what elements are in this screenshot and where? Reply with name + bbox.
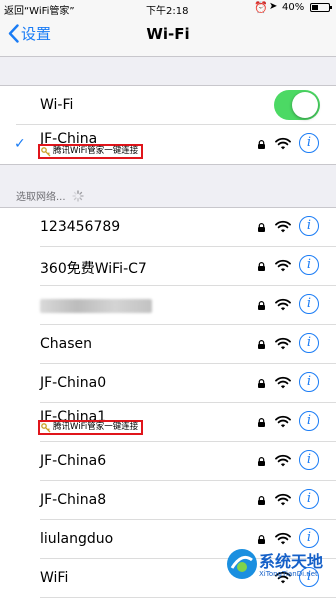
network-row[interactable]: JF-China0 i [0,364,336,403]
wifi-signal-icon [275,337,291,350]
wifi-signal-icon [275,493,291,506]
info-button[interactable]: i [299,255,319,275]
wifi-toggle-label: Wi-Fi [40,97,74,113]
wifi-signal-icon [275,415,291,428]
choose-network-label: 选取网络... [16,192,66,203]
network-name: Chasen [40,336,93,352]
wifi-signal-icon [275,220,291,233]
network-name: JF-China0 [40,375,107,391]
loading-spinner-icon [71,189,84,202]
back-to-app-link[interactable]: 返回“WiFi管家” [4,2,75,17]
tip-text: 腾讯WiFi管家一键连接 [53,422,139,432]
section-header: 选取网络... [16,188,84,203]
wifi-manager-tip[interactable]: 腾讯WiFi管家一键连接 [38,420,144,435]
page-title: Wi-Fi [146,25,190,43]
info-button[interactable]: i [299,333,319,353]
battery-percent: 40% [282,2,305,13]
info-button[interactable]: i [299,450,319,470]
navigation-bar: 设置 Wi-Fi [0,16,336,57]
info-button[interactable]: i [299,294,319,314]
network-row[interactable]: i [0,286,336,325]
network-row[interactable]: 123456789 i [0,208,336,247]
watermark-logo-icon [227,549,257,579]
info-button[interactable]: i [299,372,319,392]
alarm-icon: ⏰ [254,1,268,14]
network-row[interactable]: JF-China6 i [0,442,336,481]
network-row[interactable]: 360免费WiFi-C7 i [0,247,336,286]
battery-icon [310,3,332,12]
network-name: JF-China6 [40,453,107,469]
network-name: JF-China8 [40,492,107,508]
lock-icon [258,140,265,149]
checkmark-icon: ✓ [14,136,26,152]
key-icon [41,146,51,156]
available-networks-list: 123456789 i 360免费WiFi-C7 i i Chasen i JF-China0… [0,207,336,598]
lock-icon [258,262,265,271]
location-icon: ➤ [269,1,278,12]
wifi-toggle-row: Wi-Fi [0,86,336,125]
info-button[interactable]: i [299,216,319,236]
network-row[interactable]: Chasen i [0,325,336,364]
lock-icon [258,496,265,505]
watermark-title: 系统天地 [259,552,324,571]
lock-icon [258,379,265,388]
wifi-signal-icon [275,137,291,150]
status-time: 下午2:18 [146,6,189,17]
wifi-signal-icon [275,259,291,272]
lock-icon [258,418,265,427]
toggle-knob [292,92,318,118]
network-name: WiFi [40,570,69,586]
wifi-signal-icon [275,298,291,311]
lock-icon [258,340,265,349]
network-name: 123456789 [40,219,121,235]
watermark-subtitle: XiTongTianDi.net [259,570,318,578]
lock-icon [258,457,265,466]
wifi-signal-icon [275,532,291,545]
wifi-signal-icon [275,454,291,467]
wifi-manager-tip[interactable]: 腾讯WiFi管家一键连接 [38,144,144,159]
status-bar: 返回“WiFi管家” 下午2:18 ⏰ ➤ 40% [0,0,336,17]
obscured-network-name [40,299,152,313]
network-row[interactable]: JF-China8 i [0,481,336,520]
wifi-toggle-switch[interactable] [274,90,320,120]
network-name: liulangduo [40,531,114,547]
key-icon [41,422,51,432]
tip-text: 腾讯WiFi管家一键连接 [53,146,139,156]
info-button[interactable]: i [299,528,319,548]
info-button[interactable]: i [299,489,319,509]
lock-icon [258,301,265,310]
info-button[interactable]: i [299,133,319,153]
lock-icon [258,535,265,544]
network-name: 360免费WiFi-C7 [40,261,147,277]
info-button[interactable]: i [299,411,319,431]
lock-icon [258,223,265,232]
watermark: 系统天地 XiTongTianDi.net [226,546,334,586]
wifi-signal-icon [275,376,291,389]
